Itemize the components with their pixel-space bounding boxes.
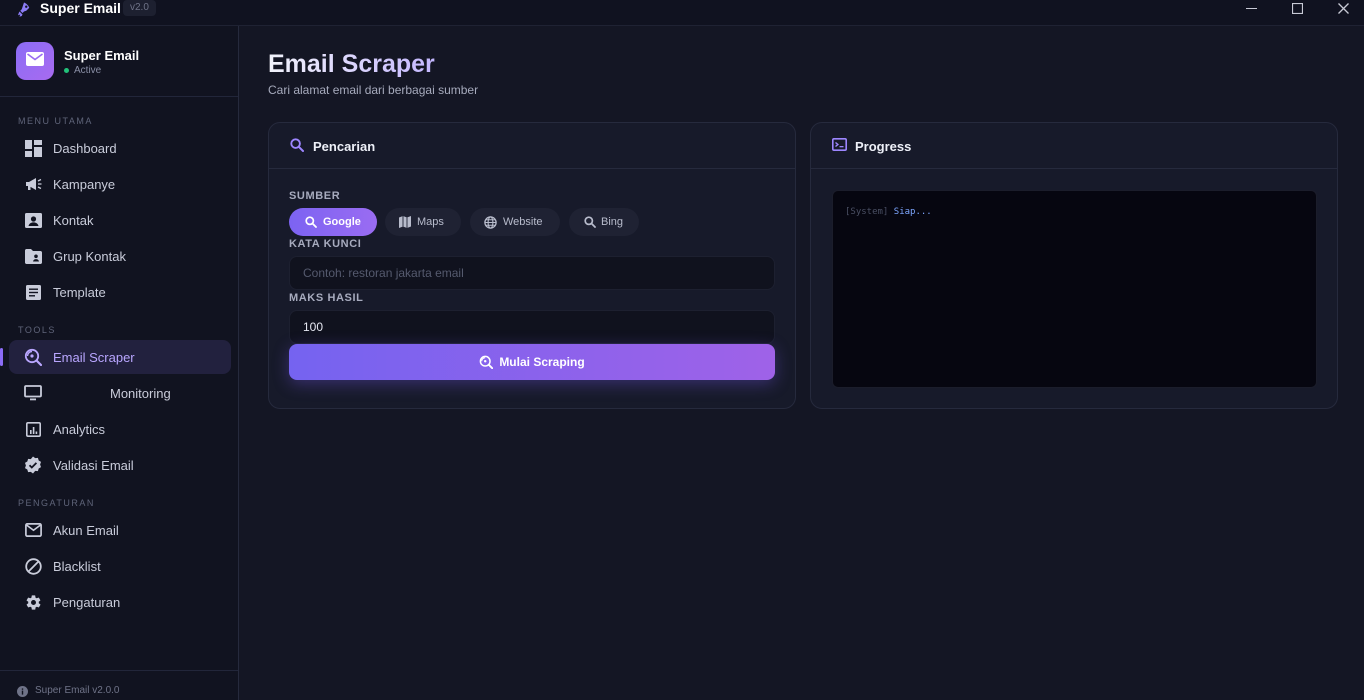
map-icon (399, 216, 411, 228)
progress-card-header: Progress (811, 123, 1337, 169)
terminal-icon (832, 138, 848, 154)
sidebar-item-dashboard[interactable]: Dashboard (9, 131, 231, 165)
brand-logo (16, 42, 54, 80)
source-chip-label: Bing (601, 216, 624, 228)
sidebar-item-blacklist[interactable]: Blacklist (9, 549, 231, 583)
search-icon (584, 216, 596, 228)
folder-user-icon (24, 247, 42, 265)
progress-card-title: Progress (855, 139, 912, 154)
mail-icon (26, 51, 44, 71)
info-icon (17, 684, 28, 697)
search-icon (290, 138, 306, 154)
sidebar-item-pengaturan[interactable]: Pengaturan (9, 585, 231, 619)
scraper-icon (479, 355, 494, 369)
sidebar-item-validasi-email[interactable]: Validasi Email (9, 448, 231, 482)
scraper-icon (24, 348, 42, 366)
analytics-icon (24, 420, 42, 438)
keyword-label: KATA KUNCI (289, 238, 362, 250)
verified-badge-icon (24, 456, 42, 474)
section-label-tools: TOOLS (18, 325, 56, 335)
maximize-icon (1291, 2, 1303, 14)
sidebar: Super Email Active MENU UTAMA Dashboard … (0, 26, 239, 700)
source-chip-website[interactable]: Website (470, 208, 560, 236)
brand-name: Super Email (64, 48, 140, 63)
contact-card-icon (24, 211, 42, 229)
max-results-label: MAKS HASIL (289, 292, 364, 304)
sidebar-item-label: Pengaturan (53, 595, 121, 610)
sidebar-item-akun-email[interactable]: Akun Email (9, 513, 231, 547)
sidebar-footer: Super Email v2.0.0 (0, 670, 238, 700)
console-line-message: Siap... (893, 207, 932, 217)
section-label-menu-utama: MENU UTAMA (18, 116, 93, 126)
sidebar-item-grup-kontak[interactable]: Grup Kontak (9, 239, 231, 273)
sidebar-item-label: Monitoring (110, 386, 171, 401)
page-subtitle: Cari alamat email dari berbagai sumber (268, 83, 479, 97)
sidebar-item-analytics[interactable]: Analytics (9, 412, 231, 446)
sidebar-item-label: Blacklist (53, 559, 101, 574)
sidebar-item-email-scraper[interactable]: Email Scraper (0, 340, 231, 374)
sidebar-item-label: Template (53, 285, 106, 300)
title-bar: Super Email v2.0 (0, 0, 1364, 26)
page-title: Email Scraper (268, 50, 435, 78)
close-button[interactable] (1320, 0, 1364, 16)
document-icon (24, 283, 42, 301)
source-label: SUMBER (289, 190, 341, 202)
sidebar-item-kampanye[interactable]: Kampanye (9, 167, 231, 201)
sidebar-item-label: Kontak (53, 213, 94, 228)
minimize-button[interactable] (1228, 0, 1274, 16)
sidebar-item-label: Validasi Email (53, 458, 134, 473)
globe-icon (484, 216, 497, 229)
monitor-icon (24, 384, 42, 402)
megaphone-icon (24, 175, 42, 193)
maximize-button[interactable] (1274, 0, 1320, 16)
source-chip-label: Google (323, 216, 361, 228)
search-card-title: Pencarian (313, 139, 376, 154)
keyword-input[interactable] (289, 256, 775, 290)
source-chip-bing[interactable]: Bing (569, 208, 639, 236)
sidebar-item-label: Analytics (53, 422, 106, 437)
status-text: Active (74, 65, 102, 76)
app-title: Super Email (40, 0, 121, 16)
source-chip-maps[interactable]: Maps (385, 208, 461, 236)
sidebar-item-label: Kampanye (53, 177, 116, 192)
app-version: Super Email v2.0.0 (35, 685, 120, 696)
console-line-tag: [System] (845, 207, 889, 217)
version-badge: v2.0 (123, 0, 156, 16)
max-results-input[interactable] (289, 310, 775, 344)
sidebar-item-label: Dashboard (53, 141, 117, 156)
minimize-icon (1245, 3, 1257, 14)
dashboard-icon (24, 139, 42, 157)
search-icon (305, 216, 317, 228)
console-line: [System] Siap... (845, 207, 932, 217)
console-output: [System] Siap... (832, 190, 1317, 388)
start-scraping-label: Mulai Scraping (499, 355, 585, 369)
section-label-pengaturan: PENGATURAN (18, 498, 95, 508)
brand-status: Active (64, 65, 101, 76)
source-chip-google[interactable]: Google (289, 208, 377, 236)
progress-card: Progress [System] Siap... (810, 122, 1338, 409)
brand-header: Super Email Active (0, 26, 238, 97)
gear-icon (24, 593, 42, 611)
rocket-icon (15, 1, 33, 19)
close-icon (1337, 2, 1349, 14)
sidebar-item-label: Grup Kontak (53, 249, 126, 264)
sidebar-item-label: Akun Email (53, 523, 119, 538)
search-card: Pencarian SUMBER Google Maps Website Bin… (268, 122, 796, 409)
search-card-header: Pencarian (269, 123, 795, 169)
sidebar-item-monitoring[interactable]: Monitoring (9, 376, 231, 410)
mail-icon (24, 521, 42, 539)
sidebar-item-kontak[interactable]: Kontak (9, 203, 231, 237)
source-chip-label: Maps (417, 216, 444, 228)
sidebar-item-template[interactable]: Template (9, 275, 231, 309)
start-scraping-button[interactable]: Mulai Scraping (289, 344, 775, 380)
source-chip-label: Website (503, 216, 543, 228)
status-dot (64, 68, 69, 73)
sidebar-item-label: Email Scraper (53, 350, 135, 365)
block-icon (24, 557, 42, 575)
